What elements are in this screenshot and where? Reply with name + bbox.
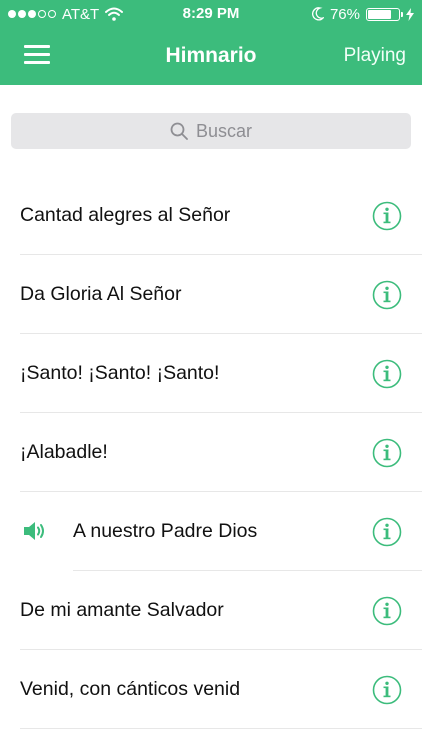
hymn-list: Cantad alegres al Señor Da Gloria Al Seño…: [0, 176, 422, 729]
search-bar-container: Buscar: [0, 85, 422, 165]
hymn-title: A nuestro Padre Dios: [73, 520, 258, 542]
info-icon[interactable]: [372, 596, 402, 626]
info-icon[interactable]: [372, 359, 402, 389]
header: AT&T 8:29 PM 76% Himnario Playing: [0, 0, 422, 85]
hymn-title: De mi amante Salvador: [20, 599, 224, 621]
hymn-title: Da Gloria Al Señor: [20, 283, 182, 305]
list-item[interactable]: ¡Alabadle!: [0, 413, 422, 492]
status-bar: AT&T 8:29 PM 76%: [0, 0, 422, 28]
list-item[interactable]: Da Gloria Al Señor: [0, 255, 422, 334]
hymn-title: ¡Santo! ¡Santo! ¡Santo!: [20, 362, 220, 384]
status-right: 76%: [312, 4, 414, 24]
info-icon[interactable]: [372, 675, 402, 705]
speaker-icon: [24, 522, 44, 540]
nav-bar: Himnario Playing: [0, 28, 422, 85]
hymn-title: Venid, con cánticos venid: [20, 678, 241, 700]
search-icon: [170, 122, 188, 140]
list-item[interactable]: A nuestro Padre Dios: [0, 492, 422, 571]
list-item[interactable]: De mi amante Salvador: [0, 571, 422, 650]
list-item[interactable]: Cantad alegres al Señor: [0, 176, 422, 255]
search-placeholder: Buscar: [195, 120, 253, 141]
playing-button[interactable]: Playing: [344, 45, 406, 67]
charging-bolt-icon: [406, 7, 414, 21]
info-icon[interactable]: [372, 438, 402, 468]
list-item[interactable]: ¡Santo! ¡Santo! ¡Santo!: [0, 334, 422, 413]
moon-icon: [312, 7, 324, 21]
info-icon[interactable]: [372, 201, 402, 231]
info-icon[interactable]: [372, 517, 402, 547]
row-separator: [20, 728, 422, 729]
battery-percent: 76%: [329, 5, 360, 23]
hymn-title: Cantad alegres al Señor: [20, 204, 231, 226]
search-input[interactable]: Buscar: [11, 113, 411, 149]
battery-icon: [366, 7, 403, 21]
list-item[interactable]: Venid, con cánticos venid: [0, 650, 422, 729]
info-icon[interactable]: [372, 280, 402, 310]
hymn-title: ¡Alabadle!: [20, 441, 108, 463]
